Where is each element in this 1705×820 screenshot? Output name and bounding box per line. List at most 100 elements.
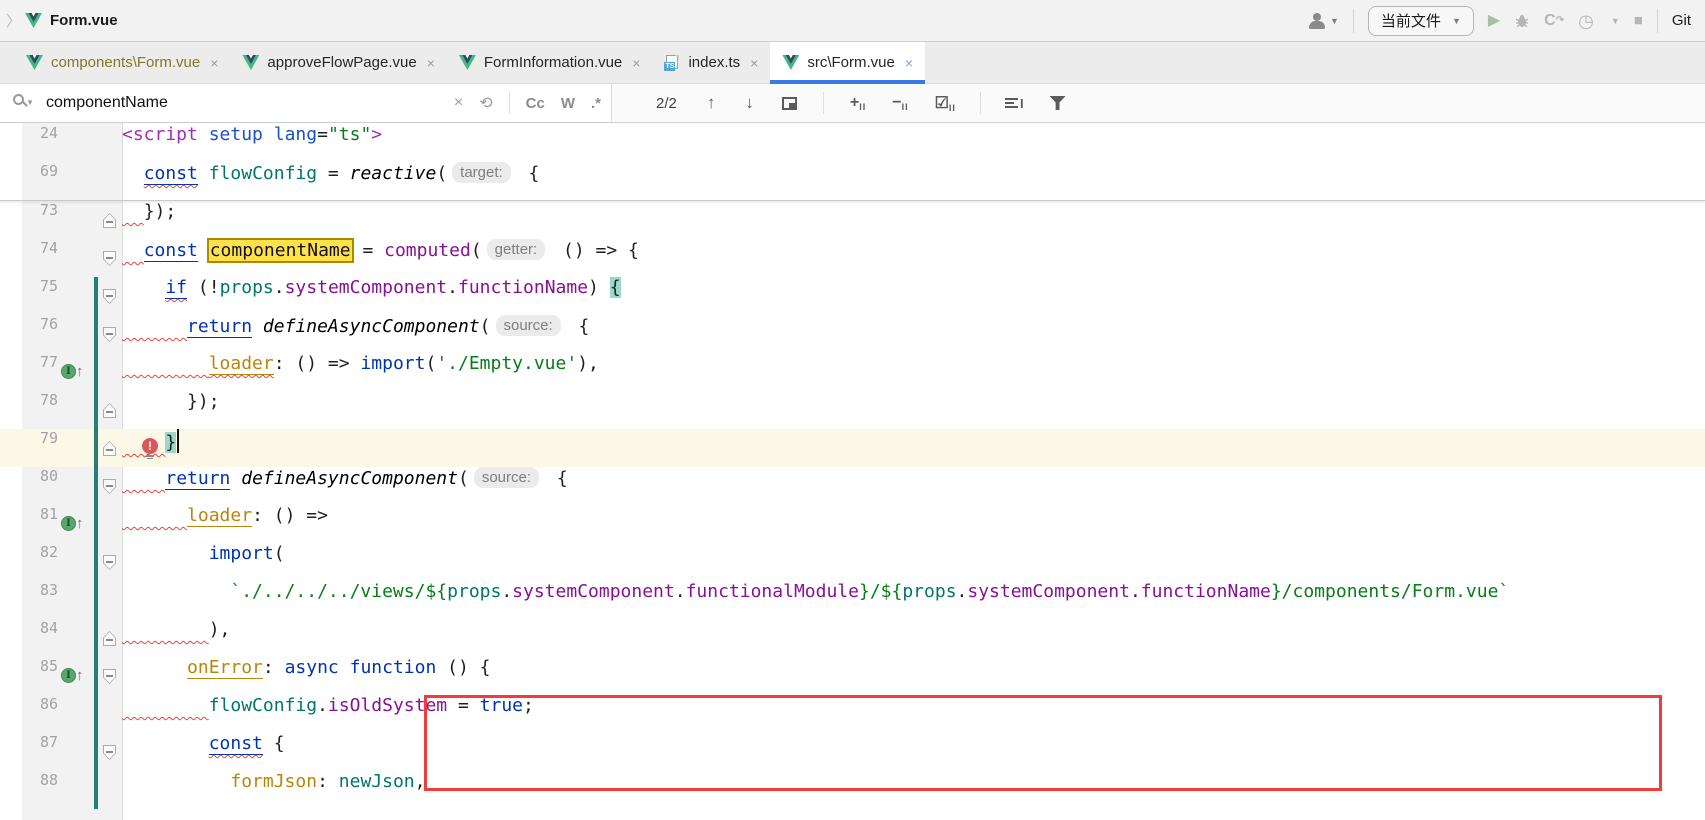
code-editor[interactable]: 624<script setup lang="ts">569 const flo…	[0, 123, 1705, 820]
run-button[interactable]: ▶	[1488, 13, 1500, 29]
code-text[interactable]: const {	[122, 733, 1705, 771]
run-config-dropdown[interactable]: 当前文件 ▼	[1368, 6, 1474, 36]
open-in-find-window-icon[interactable]	[782, 97, 797, 110]
code-text[interactable]: onError: async function () {	[122, 657, 1705, 695]
previous-occurrence-icon[interactable]: ↑	[707, 93, 716, 113]
clipped-edge-text	[0, 771, 22, 809]
code-line-76[interactable]: 676 return defineAsyncComponent(source: …	[0, 315, 1705, 353]
search-divider	[980, 92, 981, 114]
code-line-69[interactable]: 569 const flowConfig = reactive(target: …	[0, 162, 1705, 201]
code-line-82[interactable]: 82 import(	[0, 543, 1705, 581]
code-line-85[interactable]: 85I↑ onError: async function () {	[0, 657, 1705, 695]
code-text[interactable]: });	[122, 391, 1705, 429]
code-text[interactable]: const componentName = computed(getter: (…	[122, 239, 1705, 277]
search-history-icon[interactable]: ⟲	[479, 93, 492, 113]
fold-marker-icon[interactable]	[103, 441, 116, 456]
code-line-84[interactable]: 84 ),	[0, 619, 1705, 657]
code-text[interactable]: loader: () => import('./Empty.vue'),	[122, 353, 1705, 391]
regex-toggle[interactable]: .*	[591, 95, 601, 112]
fold-marker-icon[interactable]	[103, 669, 116, 684]
fold-marker-icon[interactable]	[103, 479, 116, 494]
code-text[interactable]: formJson: newJson,	[122, 771, 1705, 809]
code-text[interactable]: loader: () =>	[122, 505, 1705, 543]
select-all-occurrences-icon[interactable]: ☑II	[935, 93, 956, 113]
code-line-83[interactable]: 83 `./../../../views/${props.systemCompo…	[0, 581, 1705, 619]
code-line-88[interactable]: 88 formJson: newJson,	[0, 771, 1705, 809]
implementation-up-arrow-icon[interactable]: I↑	[61, 516, 84, 531]
tab-forminformation-vue[interactable]: FormInformation.vue×	[447, 42, 653, 83]
search-icon[interactable]: ▼	[12, 93, 32, 113]
tab-src-form-vue[interactable]: src\Form.vue ×	[770, 42, 925, 83]
error-icon[interactable]: !	[142, 438, 158, 458]
breadcrumb-chevron-icon: 〉	[6, 10, 21, 31]
code-text[interactable]: if (!props.systemComponent.functionName)…	[122, 277, 1705, 315]
implementation-up-arrow-icon[interactable]: I↑	[61, 364, 84, 379]
code-text[interactable]: import(	[122, 543, 1705, 581]
tab-approveflowpage-vue[interactable]: approveFlowPage.vue×	[230, 42, 446, 83]
fold-marker-icon[interactable]	[103, 631, 116, 646]
profiler-clock-icon[interactable]: ◷	[1578, 12, 1594, 30]
search-input[interactable]: ▼ componentName × ⟲ Cc W .*	[0, 84, 612, 122]
stop-button[interactable]: ■	[1634, 13, 1643, 28]
code-text[interactable]: flowConfig.isOldSystem = true;	[122, 695, 1705, 733]
line-number: 75	[22, 277, 58, 315]
fold-marker-icon[interactable]	[103, 555, 116, 570]
git-menu[interactable]: Git	[1672, 12, 1691, 29]
code-text[interactable]: `./../../../views/${props.systemComponen…	[122, 581, 1705, 619]
fold-marker-icon[interactable]	[103, 403, 116, 418]
match-case-toggle[interactable]: Cc	[526, 95, 545, 112]
fold-marker-icon[interactable]	[103, 213, 116, 228]
gutter-icon-cell	[58, 695, 94, 733]
code-line-73[interactable]: 73 });	[0, 201, 1705, 239]
code-text[interactable]: ),	[122, 619, 1705, 657]
run-with-coverage-icon[interactable]: C↷	[1544, 13, 1564, 29]
gutter-icon-cell	[58, 239, 94, 277]
code-text[interactable]: const flowConfig = reactive(target: {	[122, 162, 1705, 200]
debug-bug-icon[interactable]	[1514, 13, 1530, 29]
filter-funnel-icon[interactable]	[1050, 96, 1066, 110]
code-text[interactable]: });	[122, 201, 1705, 239]
close-tab-icon[interactable]: ×	[427, 55, 435, 71]
fold-marker-icon[interactable]	[103, 745, 116, 760]
search-query-text[interactable]: componentName	[46, 94, 168, 112]
fold-cell	[98, 277, 122, 315]
code-line-87[interactable]: 87 const {	[0, 733, 1705, 771]
code-text[interactable]: return defineAsyncComponent(source: {	[122, 315, 1705, 353]
code-line-77[interactable]: 577I↑ loader: () => import('./Empty.vue'…	[0, 353, 1705, 391]
close-tab-icon[interactable]: ×	[210, 55, 218, 71]
implementation-up-arrow-icon[interactable]: I↑	[61, 668, 84, 683]
remove-occurrence-icon[interactable]: −II	[892, 94, 908, 112]
close-tab-icon[interactable]: ×	[632, 55, 640, 71]
code-line-75[interactable]: 75 if (!props.systemComponent.functionNa…	[0, 277, 1705, 315]
code-line-24[interactable]: 624<script setup lang="ts">	[0, 124, 1705, 162]
words-toggle[interactable]: W	[561, 95, 575, 112]
toolbar-divider	[1657, 9, 1658, 33]
tab-index-ts[interactable]: TSindex.ts×	[652, 42, 770, 83]
fold-cell	[98, 467, 122, 505]
code-line-86[interactable]: 86 flowConfig.isOldSystem = true;	[0, 695, 1705, 733]
tab-components-form-vue[interactable]: components\Form.vue×	[14, 42, 230, 83]
search-options-icon[interactable]: I	[1005, 96, 1024, 111]
code-text[interactable]: }	[122, 429, 1705, 467]
fold-marker-icon[interactable]	[103, 289, 116, 304]
fold-marker-icon[interactable]	[103, 251, 116, 266]
tab-label: src\Form.vue	[807, 54, 895, 71]
typescript-file-icon: TS	[664, 55, 680, 71]
code-line-74[interactable]: 74 const componentName = computed(getter…	[0, 239, 1705, 277]
code-line-78[interactable]: 78 });	[0, 391, 1705, 429]
clear-search-icon[interactable]: ×	[454, 94, 463, 112]
chevron-down-icon[interactable]: ▼	[1611, 16, 1620, 26]
code-text[interactable]: <script setup lang="ts">	[122, 124, 1705, 162]
code-text[interactable]: return defineAsyncComponent(source: {	[122, 467, 1705, 505]
user-avatar-button[interactable]: ▼	[1309, 13, 1339, 29]
code-line-81[interactable]: 81I↑ loader: () =>	[0, 505, 1705, 543]
next-occurrence-icon[interactable]: ↓	[745, 93, 754, 113]
gutter-icon-cell: I↑	[58, 657, 94, 695]
close-tab-icon[interactable]: ×	[905, 55, 913, 71]
code-line-80[interactable]: 80 return defineAsyncComponent(source: {	[0, 467, 1705, 505]
add-occurrence-icon[interactable]: +II	[850, 94, 866, 112]
clipped-edge-text: 5	[0, 353, 22, 391]
fold-marker-icon[interactable]	[103, 327, 116, 342]
close-tab-icon[interactable]: ×	[750, 55, 758, 71]
code-line-79[interactable]: 79 }!	[0, 429, 1705, 467]
